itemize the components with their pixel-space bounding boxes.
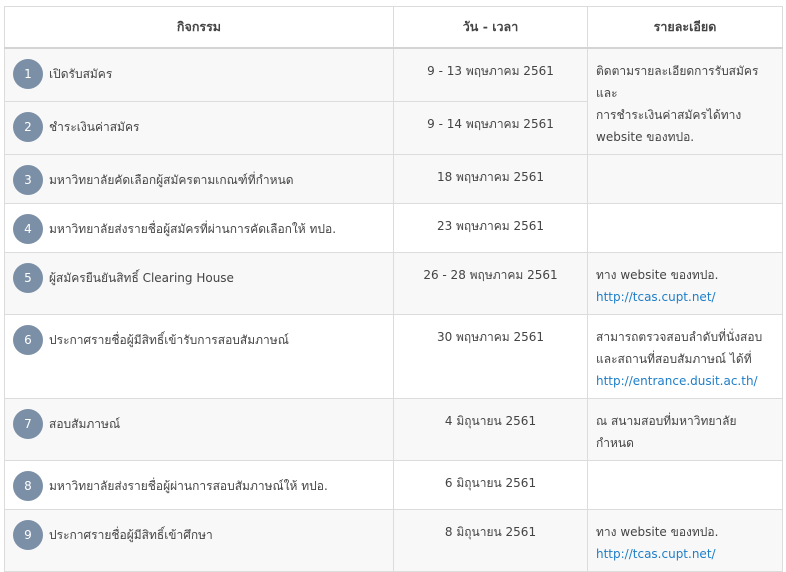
table-row: 9 ประกาศรายชื่อผู้มีสิทธิ์เข้าศึกษา 8 มิถ… bbox=[4, 509, 783, 572]
entrance-dusit-link[interactable]: http://entrance.dusit.ac.th/ bbox=[596, 370, 774, 392]
table-header-row: กิจกรรม วัน - เวลา รายละเอียด bbox=[4, 6, 783, 49]
step-number-badge: 6 bbox=[13, 325, 43, 355]
details-line: การชำระเงินค่าสมัครได้ทาง bbox=[596, 108, 742, 122]
activity-text: ประกาศรายชื่อผู้มีสิทธิ์เข้าศึกษา bbox=[49, 528, 213, 542]
details-cell: ทาง website ของทปอ. http://tcas.cupt.net… bbox=[587, 252, 783, 315]
step-number-badge: 3 bbox=[13, 165, 43, 195]
date-cell: 26 - 28 พฤษภาคม 2561 bbox=[393, 252, 588, 315]
header-activity: กิจกรรม bbox=[4, 6, 394, 49]
activity-cell: 6 ประกาศรายชื่อผู้มีสิทธิ์เข้ารับการสอบสั… bbox=[4, 314, 394, 399]
details-line: ติดตามรายละเอียดการรับสมัคร และ bbox=[596, 64, 759, 100]
table-row: 4 มหาวิทยาลัยส่งรายชื่อผู้สมัครที่ผ่านการ… bbox=[4, 203, 783, 253]
tcas-link[interactable]: http://tcas.cupt.net/ bbox=[596, 286, 774, 308]
step-number-badge: 4 bbox=[13, 214, 43, 244]
header-details: รายละเอียด bbox=[587, 6, 783, 49]
details-cell bbox=[587, 203, 783, 253]
tcas-link[interactable]: http://tcas.cupt.net/ bbox=[596, 543, 774, 565]
activity-cell: 4 มหาวิทยาลัยส่งรายชื่อผู้สมัครที่ผ่านการ… bbox=[4, 203, 394, 253]
date-cell: 6 มิถุนายน 2561 bbox=[393, 460, 588, 510]
activity-text: ประกาศรายชื่อผู้มีสิทธิ์เข้ารับการสอบสัม… bbox=[49, 333, 289, 347]
step-number-badge: 7 bbox=[13, 409, 43, 439]
details-line: ณ สนามสอบที่มหาวิทยาลัยกำหนด bbox=[596, 414, 737, 450]
date-cell: 30 พฤษภาคม 2561 bbox=[393, 314, 588, 399]
activity-text: มหาวิทยาลัยส่งรายชื่อผู้สมัครที่ผ่านการค… bbox=[49, 222, 337, 236]
details-line: ทาง website ของทปอ. bbox=[596, 268, 719, 282]
activity-cell: 9 ประกาศรายชื่อผู้มีสิทธิ์เข้าศึกษา bbox=[4, 509, 394, 572]
activity-cell: 1 เปิดรับสมัคร bbox=[4, 47, 394, 103]
date-cell: 9 - 13 พฤษภาคม 2561 bbox=[393, 47, 588, 103]
header-datetime: วัน - เวลา bbox=[393, 6, 588, 49]
activity-text: มหาวิทยาลัยส่งรายชื่อผู้ผ่านการสอบสัมภาษ… bbox=[49, 479, 328, 493]
details-line: และสถานที่สอบสัมภาษณ์ ได้ที่ bbox=[596, 352, 752, 366]
details-cell bbox=[587, 154, 783, 204]
table-row: 5 ผู้สมัครยืนยันสิทธิ์ Clearing House 26 … bbox=[4, 252, 783, 315]
details-cell: ทาง website ของทปอ. http://tcas.cupt.net… bbox=[587, 509, 783, 572]
date-cell: 23 พฤษภาคม 2561 bbox=[393, 203, 588, 253]
table-row: 6 ประกาศรายชื่อผู้มีสิทธิ์เข้ารับการสอบสั… bbox=[4, 314, 783, 399]
activity-text: ชำระเงินค่าสมัคร bbox=[49, 120, 140, 135]
step-number-badge: 5 bbox=[13, 263, 43, 293]
details-cell: ณ สนามสอบที่มหาวิทยาลัยกำหนด bbox=[587, 398, 783, 461]
schedule-table: กิจกรรม วัน - เวลา รายละเอียด 1 เปิดรับสม… bbox=[4, 6, 783, 572]
step-number-badge: 8 bbox=[13, 471, 43, 501]
activity-text: ผู้สมัครยืนยันสิทธิ์ Clearing House bbox=[49, 271, 234, 285]
step-number-badge: 1 bbox=[13, 59, 43, 89]
details-cell: สามารถตรวจสอบลำดับที่นั่งสอบ และสถานที่ส… bbox=[587, 314, 783, 399]
activity-cell: 8 มหาวิทยาลัยส่งรายชื่อผู้ผ่านการสอบสัมภา… bbox=[4, 460, 394, 510]
details-line: สามารถตรวจสอบลำดับที่นั่งสอบ bbox=[596, 330, 763, 344]
date-cell: 8 มิถุนายน 2561 bbox=[393, 509, 588, 572]
activity-cell: 2 ชำระเงินค่าสมัคร bbox=[4, 101, 394, 155]
activity-text: สอบสัมภาษณ์ bbox=[49, 417, 121, 431]
activity-cell: 3 มหาวิทยาลัยคัดเลือกผู้สมัครตามเกณฑ์ที่ก… bbox=[4, 154, 394, 204]
details-line: ทาง website ของทปอ. bbox=[596, 525, 719, 539]
date-cell: 4 มิถุนายน 2561 bbox=[393, 398, 588, 461]
date-cell: 9 - 14 พฤษภาคม 2561 bbox=[393, 101, 588, 155]
step-number-badge: 9 bbox=[13, 520, 43, 550]
activity-cell: 5 ผู้สมัครยืนยันสิทธิ์ Clearing House bbox=[4, 252, 394, 315]
details-cell bbox=[587, 460, 783, 510]
activity-text: มหาวิทยาลัยคัดเลือกผู้สมัครตามเกณฑ์ที่กำ… bbox=[49, 173, 294, 187]
table-row: 1 เปิดรับสมัคร 9 - 13 พฤษภาคม 2561 ติดตาม… bbox=[4, 47, 783, 155]
table-row: 7 สอบสัมภาษณ์ 4 มิถุนายน 2561 ณ สนามสอบที… bbox=[4, 398, 783, 461]
date-cell: 18 พฤษภาคม 2561 bbox=[393, 154, 588, 204]
activity-text: เปิดรับสมัคร bbox=[49, 67, 113, 81]
details-cell: ติดตามรายละเอียดการรับสมัคร และ การชำระเ… bbox=[587, 47, 783, 155]
step-number-badge: 2 bbox=[13, 112, 43, 143]
activity-cell: 7 สอบสัมภาษณ์ bbox=[4, 398, 394, 461]
table-row: 3 มหาวิทยาลัยคัดเลือกผู้สมัครตามเกณฑ์ที่ก… bbox=[4, 154, 783, 204]
table-row: 8 มหาวิทยาลัยส่งรายชื่อผู้ผ่านการสอบสัมภา… bbox=[4, 460, 783, 510]
details-line: website ของทปอ. bbox=[596, 130, 695, 144]
